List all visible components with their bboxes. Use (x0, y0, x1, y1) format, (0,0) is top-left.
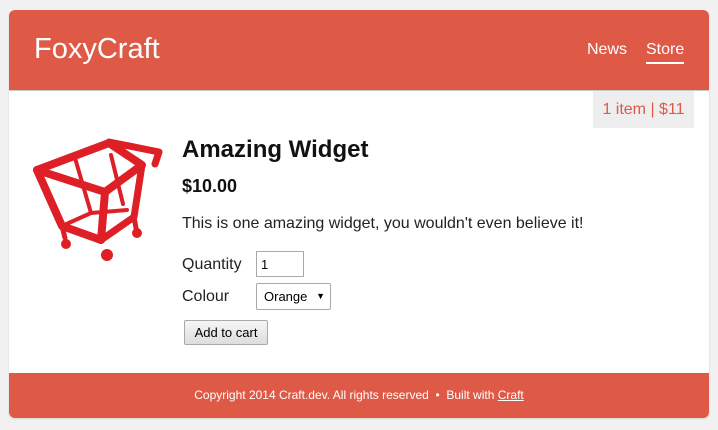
nav-item-news[interactable]: News (587, 40, 627, 60)
product-description: This is one amazing widget, you wouldn't… (182, 215, 584, 232)
footer-built-with: Built with (446, 388, 495, 402)
page-card: FoxyCraft News Store 1 item | $11 Amazin… (9, 10, 709, 418)
product-title: Amazing Widget (182, 136, 369, 163)
site-footer: Copyright 2014 Craft.dev. All rights res… (9, 373, 709, 418)
colour-label: Colour (182, 288, 230, 305)
footer-separator: • (435, 388, 440, 402)
product-price: $10.00 (182, 176, 238, 196)
colour-select-value: Orange (264, 289, 308, 304)
nav-item-store[interactable]: Store (646, 40, 685, 64)
add-to-cart-button[interactable]: Add to cart (184, 320, 268, 345)
chevron-down-icon: ▼ (316, 291, 325, 301)
site-logo[interactable]: FoxyCraft (34, 32, 160, 66)
footer-craft-link[interactable]: Craft (498, 388, 524, 402)
colour-select[interactable]: Orange ▼ (256, 283, 331, 310)
shopping-cart-icon (31, 134, 165, 262)
cart-summary[interactable]: 1 item | $11 (593, 91, 694, 128)
quantity-input[interactable] (256, 251, 304, 277)
footer-copyright: Copyright 2014 Craft.dev. All rights res… (194, 388, 429, 402)
site-header: FoxyCraft News Store (9, 10, 709, 91)
quantity-label: Quantity (182, 256, 242, 273)
